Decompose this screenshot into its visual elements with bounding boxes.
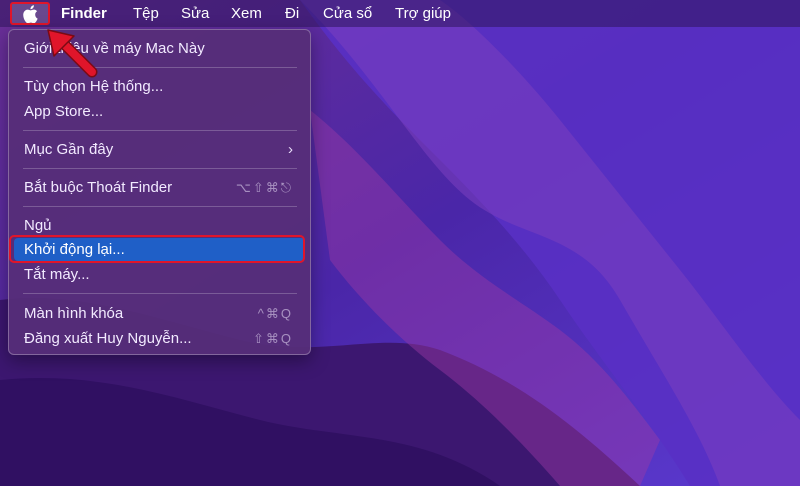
- menu-item-label: Mục Gần đây: [24, 141, 114, 158]
- red-arrow-icon: [47, 29, 98, 78]
- keyboard-shortcut: ^⌘Q: [257, 305, 293, 321]
- menu-item-label: Bắt buộc Thoát Finder: [24, 179, 173, 196]
- menu-item-recent-items[interactable]: Mục Gần đây ›: [14, 138, 305, 161]
- menu-item-app-store[interactable]: App Store...: [14, 100, 305, 123]
- menu-help[interactable]: Trợ giúp: [395, 5, 451, 22]
- menu-item-label: Đăng xuất Huy Nguyễn...: [24, 330, 192, 347]
- apple-menu-button[interactable]: [10, 2, 50, 25]
- menu-file[interactable]: Tệp: [133, 5, 159, 22]
- menu-item-sleep[interactable]: Ngủ: [14, 214, 305, 237]
- menu-item-logout[interactable]: Đăng xuất Huy Nguyễn... ⇧⌘Q: [14, 327, 305, 350]
- menu-item-label: Ngủ: [24, 217, 52, 234]
- menu-go[interactable]: Đi: [285, 5, 299, 22]
- menu-item-force-quit[interactable]: Bắt buộc Thoát Finder ⌥⇧⌘⎋: [14, 176, 305, 199]
- menu-item-label: App Store...: [24, 103, 104, 120]
- menu-finder[interactable]: Finder: [61, 5, 107, 22]
- menu-separator: [23, 130, 297, 131]
- menu-separator: [23, 206, 297, 207]
- menu-item-shutdown[interactable]: Tắt máy...: [14, 263, 305, 286]
- menu-bar: Finder Tệp Sửa Xem Đi Cửa sổ Trợ giúp: [0, 0, 800, 27]
- menu-separator: [23, 168, 297, 169]
- menu-item-restart[interactable]: Khởi động lại...: [14, 238, 305, 261]
- keyboard-shortcut: ⇧⌘Q: [252, 330, 293, 346]
- chevron-right-icon: ›: [288, 141, 293, 158]
- menu-window[interactable]: Cửa sổ: [323, 5, 372, 22]
- menu-item-lock-screen[interactable]: Màn hình khóa ^⌘Q: [14, 302, 305, 325]
- menu-item-label: Màn hình khóa: [24, 305, 124, 322]
- keyboard-shortcut: ⌥⇧⌘⎋: [235, 179, 293, 195]
- apple-icon: [23, 4, 38, 23]
- menu-separator: [23, 293, 297, 294]
- menu-item-label: Khởi động lại...: [24, 241, 125, 258]
- menu-view[interactable]: Xem: [231, 5, 262, 22]
- menu-edit[interactable]: Sửa: [181, 5, 209, 22]
- menu-item-label: Tắt máy...: [24, 266, 90, 283]
